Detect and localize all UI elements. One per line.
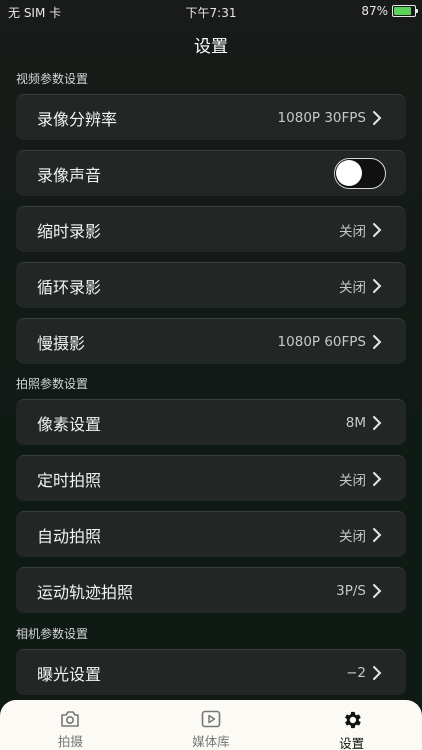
row-value: 8M	[345, 414, 366, 431]
row-value: −2	[346, 664, 366, 681]
status-bar: 无 SIM 卡 下午7:31 87%	[0, 0, 422, 22]
chevron-right-icon	[370, 415, 384, 431]
row-value: 3P/S	[336, 582, 366, 599]
row-loop-recording[interactable]: 循环录影 关闭	[16, 262, 406, 308]
tab-media-library[interactable]: 媒体库	[141, 700, 282, 750]
row-value: 1080P 60FPS	[277, 333, 366, 350]
row-timer-photo[interactable]: 定时拍照 关闭	[16, 455, 406, 501]
tab-label: 设置	[339, 736, 365, 750]
tab-bar: 拍摄 媒体库 设置	[0, 700, 422, 750]
gear-icon	[340, 709, 364, 731]
media-library-icon	[199, 709, 223, 729]
chevron-right-icon	[370, 222, 384, 238]
battery-percent: 87%	[361, 4, 388, 18]
row-value: 关闭	[339, 279, 366, 296]
row-exposure[interactable]: 曝光设置 −2	[16, 649, 406, 695]
chevron-right-icon	[370, 665, 384, 681]
row-label: 自动拍照	[37, 526, 102, 546]
toggle-knob	[336, 160, 362, 186]
row-label: 慢摄影	[37, 333, 86, 353]
section-title-video: 视频参数设置	[16, 72, 89, 86]
row-slow-motion[interactable]: 慢摄影 1080P 60FPS	[16, 318, 406, 364]
section-title-photo: 拍照参数设置	[16, 377, 89, 391]
row-value: 关闭	[339, 223, 366, 240]
record-audio-toggle[interactable]	[334, 158, 386, 189]
chevron-right-icon	[370, 278, 384, 294]
battery-icon	[392, 5, 418, 17]
row-auto-photo[interactable]: 自动拍照 关闭	[16, 511, 406, 557]
row-label: 缩时录影	[37, 221, 102, 241]
row-video-resolution[interactable]: 录像分辨率 1080P 30FPS	[16, 94, 406, 140]
chevron-right-icon	[370, 334, 384, 350]
row-value: 关闭	[339, 528, 366, 545]
row-label: 录像声音	[37, 165, 102, 185]
row-label: 循环录影	[37, 277, 102, 297]
row-motion-track-photo[interactable]: 运动轨迹拍照 3P/S	[16, 567, 406, 613]
chevron-right-icon	[370, 527, 384, 543]
row-label: 曝光设置	[37, 664, 102, 684]
row-value: 关闭	[339, 472, 366, 489]
tab-capture[interactable]: 拍摄	[0, 700, 141, 750]
status-time: 下午7:31	[185, 6, 237, 20]
row-record-audio: 录像声音	[16, 150, 406, 196]
section-title-camera: 相机参数设置	[16, 627, 89, 641]
row-value: 1080P 30FPS	[277, 109, 366, 126]
settings-screen: 无 SIM 卡 下午7:31 87% 设置 视频参数设置 录像分辨率 1080P…	[0, 0, 422, 750]
row-label: 像素设置	[37, 414, 102, 434]
row-resolution-pixels[interactable]: 像素设置 8M	[16, 399, 406, 445]
tab-label: 媒体库	[192, 734, 230, 749]
navigation-bar: 设置	[0, 22, 422, 66]
camera-icon	[58, 709, 82, 729]
page-title: 设置	[194, 36, 228, 57]
row-timelapse[interactable]: 缩时录影 关闭	[16, 206, 406, 252]
row-label: 运动轨迹拍照	[37, 582, 134, 602]
tab-label: 拍摄	[57, 734, 83, 749]
chevron-right-icon	[370, 583, 384, 599]
chevron-right-icon	[370, 110, 384, 126]
row-label: 定时拍照	[37, 470, 102, 490]
chevron-right-icon	[370, 471, 384, 487]
row-label: 录像分辨率	[37, 109, 118, 129]
tab-settings[interactable]: 设置	[281, 700, 422, 750]
battery-indicator: 87%	[361, 4, 418, 18]
